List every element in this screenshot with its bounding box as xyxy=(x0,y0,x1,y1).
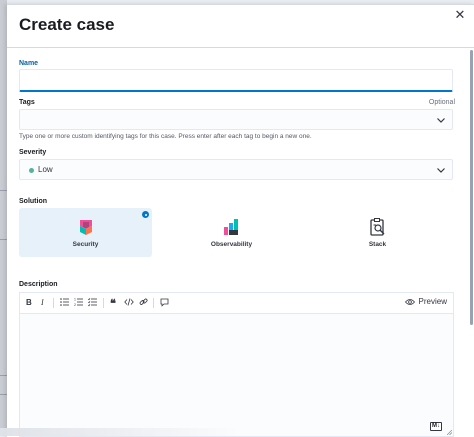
severity-label: Severity xyxy=(19,149,47,156)
tags-combobox[interactable] xyxy=(19,109,453,130)
code-icon xyxy=(124,298,134,306)
selected-radio-icon xyxy=(142,211,149,218)
tags-help-text: Type one or more custom identifying tags… xyxy=(19,133,312,140)
name-label: Name xyxy=(19,60,39,67)
tags-label: Tags xyxy=(19,99,35,106)
link-button[interactable] xyxy=(139,297,148,309)
markdown-badge: M↓ xyxy=(430,422,442,431)
svg-text:1: 1 xyxy=(74,298,76,302)
toolbar-divider xyxy=(103,298,104,308)
comment-button[interactable] xyxy=(160,297,169,309)
flyout-title: Create case xyxy=(19,15,115,34)
solution-option-label: Security xyxy=(72,241,99,248)
task-list-button[interactable] xyxy=(88,297,97,309)
security-logo-icon xyxy=(79,220,92,235)
solution-option-observability[interactable]: Observability xyxy=(165,208,298,257)
numbered-list-icon: 12 xyxy=(74,298,83,307)
flyout-header: Create case xyxy=(7,5,474,48)
link-icon xyxy=(139,298,148,305)
severity-value: Low xyxy=(38,165,53,174)
comment-icon xyxy=(160,298,169,307)
solution-option-label: Observability xyxy=(210,241,253,248)
page-backdrop xyxy=(0,0,7,436)
preview-button[interactable]: Preview xyxy=(404,297,447,306)
footer-shadow xyxy=(0,428,240,436)
markdown-toolbar: B I 12 ❝ Preview xyxy=(20,293,453,314)
chevron-down-icon xyxy=(437,167,445,173)
bullet-list-icon xyxy=(60,298,69,306)
toolbar-divider xyxy=(53,298,54,308)
solution-option-stack[interactable]: Stack xyxy=(311,208,444,257)
stack-management-icon xyxy=(369,218,384,236)
backdrop-divider xyxy=(0,190,7,191)
solution-option-label: Stack xyxy=(368,241,387,248)
backdrop-divider xyxy=(0,239,7,240)
toolbar-divider xyxy=(153,298,154,308)
description-label: Description xyxy=(19,281,58,288)
quote-icon: ❝ xyxy=(110,298,116,310)
resize-handle-icon[interactable] xyxy=(447,430,452,435)
flyout-scrollbar[interactable] xyxy=(470,50,473,325)
severity-select[interactable]: Low xyxy=(19,159,453,180)
create-case-flyout: ✕ Create case Name Tags Optional Type on… xyxy=(7,4,474,437)
severity-dot-icon xyxy=(29,168,34,173)
eye-icon xyxy=(404,298,415,305)
description-markdown-editor: B I 12 ❝ Preview xyxy=(19,292,454,437)
quote-button[interactable]: ❝ xyxy=(110,297,116,310)
solution-option-security[interactable]: Security xyxy=(19,208,152,257)
chevron-down-icon[interactable] xyxy=(436,115,446,125)
preview-label: Preview xyxy=(418,297,447,306)
close-button[interactable]: ✕ xyxy=(452,7,468,23)
solution-label: Solution xyxy=(19,198,47,205)
italic-button[interactable]: I xyxy=(41,297,44,309)
observability-logo-icon xyxy=(223,219,238,235)
numbered-list-button[interactable]: 12 xyxy=(74,297,83,309)
close-icon: ✕ xyxy=(454,7,466,22)
backdrop-divider xyxy=(0,375,7,376)
name-input[interactable] xyxy=(19,69,453,92)
backdrop-divider xyxy=(0,394,7,395)
svg-text:2: 2 xyxy=(74,303,76,307)
code-button[interactable] xyxy=(124,297,134,309)
bullet-list-button[interactable] xyxy=(60,297,69,309)
description-textarea[interactable] xyxy=(20,314,453,436)
task-list-icon xyxy=(88,298,97,307)
bold-button[interactable]: B xyxy=(26,297,32,309)
tags-optional-text: Optional xyxy=(428,99,455,106)
